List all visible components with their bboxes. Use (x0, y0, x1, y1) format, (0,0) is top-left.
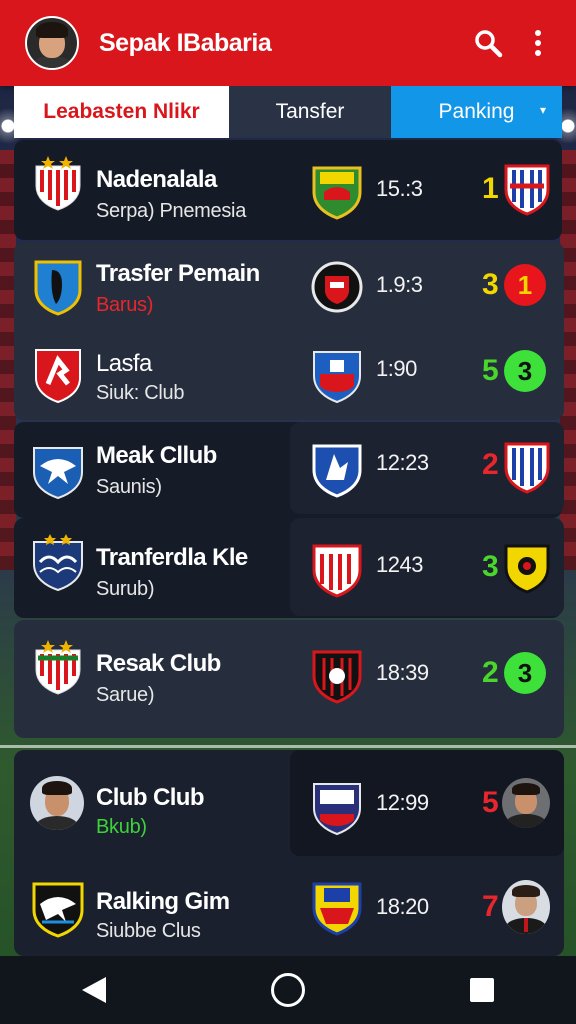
club-name: Club Club (96, 784, 205, 811)
club-crest-icon (504, 164, 550, 216)
opponent-crest-icon (312, 650, 362, 704)
club-crest-icon (34, 260, 82, 316)
tab-ranking[interactable]: Panking ▾ (391, 86, 562, 138)
club-name: Resak Club (96, 650, 221, 677)
match-time: 12:99 (376, 790, 429, 815)
club-name: Meak Cllub (96, 442, 217, 469)
list-item[interactable]: Club Club Bkub) 12:99 5 (14, 754, 562, 854)
rank-number: 1 (482, 172, 499, 205)
club-crest-icon (504, 442, 550, 494)
tab-leaderboard[interactable]: Leabasten Nlikr (14, 86, 229, 138)
rank-number: 2 (482, 656, 499, 689)
rank-number: 5 (482, 354, 499, 387)
more-options-button[interactable] (518, 23, 558, 63)
nav-home-icon[interactable] (270, 973, 305, 1007)
player-avatar (502, 778, 550, 828)
search-button[interactable] (468, 23, 508, 63)
match-time: 18:20 (376, 894, 429, 919)
app-bar: Sepak IBabaria (0, 0, 576, 86)
club-crest-icon (32, 882, 84, 938)
club-crest-icon (33, 534, 83, 592)
opponent-crest-icon (312, 166, 362, 220)
list-item[interactable]: Lasfa Siuk: Club 1:90 5 3 (14, 330, 562, 430)
club-subtitle: Siubbe Clus (96, 920, 201, 942)
club-subtitle: Serpa) Pnemesia (96, 200, 247, 222)
app-title: Sepak IBabaria (99, 28, 272, 57)
rank-badge: 3 (504, 652, 546, 694)
club-subtitle: Saunis) (96, 476, 162, 498)
club-subtitle: Bkub) (96, 816, 147, 838)
list-item[interactable]: Resak Club Sarue) 18:39 2 3 (14, 626, 562, 726)
rank-number: 5 (482, 786, 499, 819)
opponent-crest-icon (313, 783, 361, 836)
club-crest-icon (35, 640, 81, 695)
list-item[interactable]: Tranferdla Kle Surub) 1243 3 (14, 522, 562, 622)
club-crest-icon (35, 349, 81, 404)
list-item[interactable]: Ralking Gim Siubbe Clus 18:20 7 (14, 858, 562, 958)
match-time: 1:90 (376, 356, 417, 381)
opponent-crest-icon (313, 351, 361, 404)
club-subtitle: Sarue) (96, 684, 155, 706)
rank-number: 2 (482, 448, 499, 481)
rank-number: 3 (482, 550, 499, 583)
more-vert-icon (535, 30, 541, 56)
opponent-crest-icon (311, 261, 363, 313)
player-avatar (502, 880, 550, 934)
tab-transfer[interactable]: Tansfer (229, 86, 391, 138)
list-item[interactable]: Trasfer Pemain Barus) 1.9:3 3 1 (14, 244, 562, 344)
player-avatar (30, 776, 84, 830)
club-crest-icon (33, 447, 83, 500)
club-subtitle: Surub) (96, 578, 155, 600)
club-subtitle: Barus) (96, 294, 154, 316)
opponent-crest-icon (312, 544, 362, 598)
search-icon (475, 30, 503, 58)
club-name: Nadenalala (96, 166, 217, 193)
tab-bar: Leabasten Nlikr Tansfer Panking ▾ (14, 86, 562, 138)
rank-number: 7 (482, 890, 499, 923)
club-name: Tranferdla Kle (96, 544, 248, 571)
match-time: 1243 (376, 552, 423, 577)
rank-badge: 3 (504, 350, 546, 392)
match-time: 1.9:3 (376, 272, 423, 297)
list-item[interactable]: Nadenalala Serpa) Pnemesia 15.:3 1 (14, 142, 562, 242)
club-name: Ralking Gim (96, 888, 230, 915)
club-crest-icon (504, 544, 550, 594)
nav-recents-icon[interactable] (469, 978, 494, 1002)
opponent-crest-icon (312, 882, 362, 936)
chevron-down-icon: ▾ (539, 103, 546, 117)
rank-badge: 1 (504, 264, 546, 306)
nav-back-icon[interactable] (82, 977, 107, 1003)
match-time: 12:23 (376, 450, 429, 475)
club-name: Lasfa (96, 350, 152, 377)
profile-avatar[interactable] (25, 16, 79, 70)
pitch-line-decor (0, 745, 576, 748)
rank-number: 3 (482, 268, 499, 301)
list-item[interactable]: Meak Cllub Saunis) 12:23 2 (14, 424, 562, 524)
opponent-crest-icon (312, 444, 362, 498)
club-name: Trasfer Pemain (96, 260, 260, 287)
match-time: 18:39 (376, 660, 429, 685)
club-subtitle: Siuk: Club (96, 382, 185, 404)
match-time: 15.:3 (376, 176, 423, 201)
system-nav-bar (0, 956, 576, 1024)
club-crest-icon (35, 156, 81, 211)
